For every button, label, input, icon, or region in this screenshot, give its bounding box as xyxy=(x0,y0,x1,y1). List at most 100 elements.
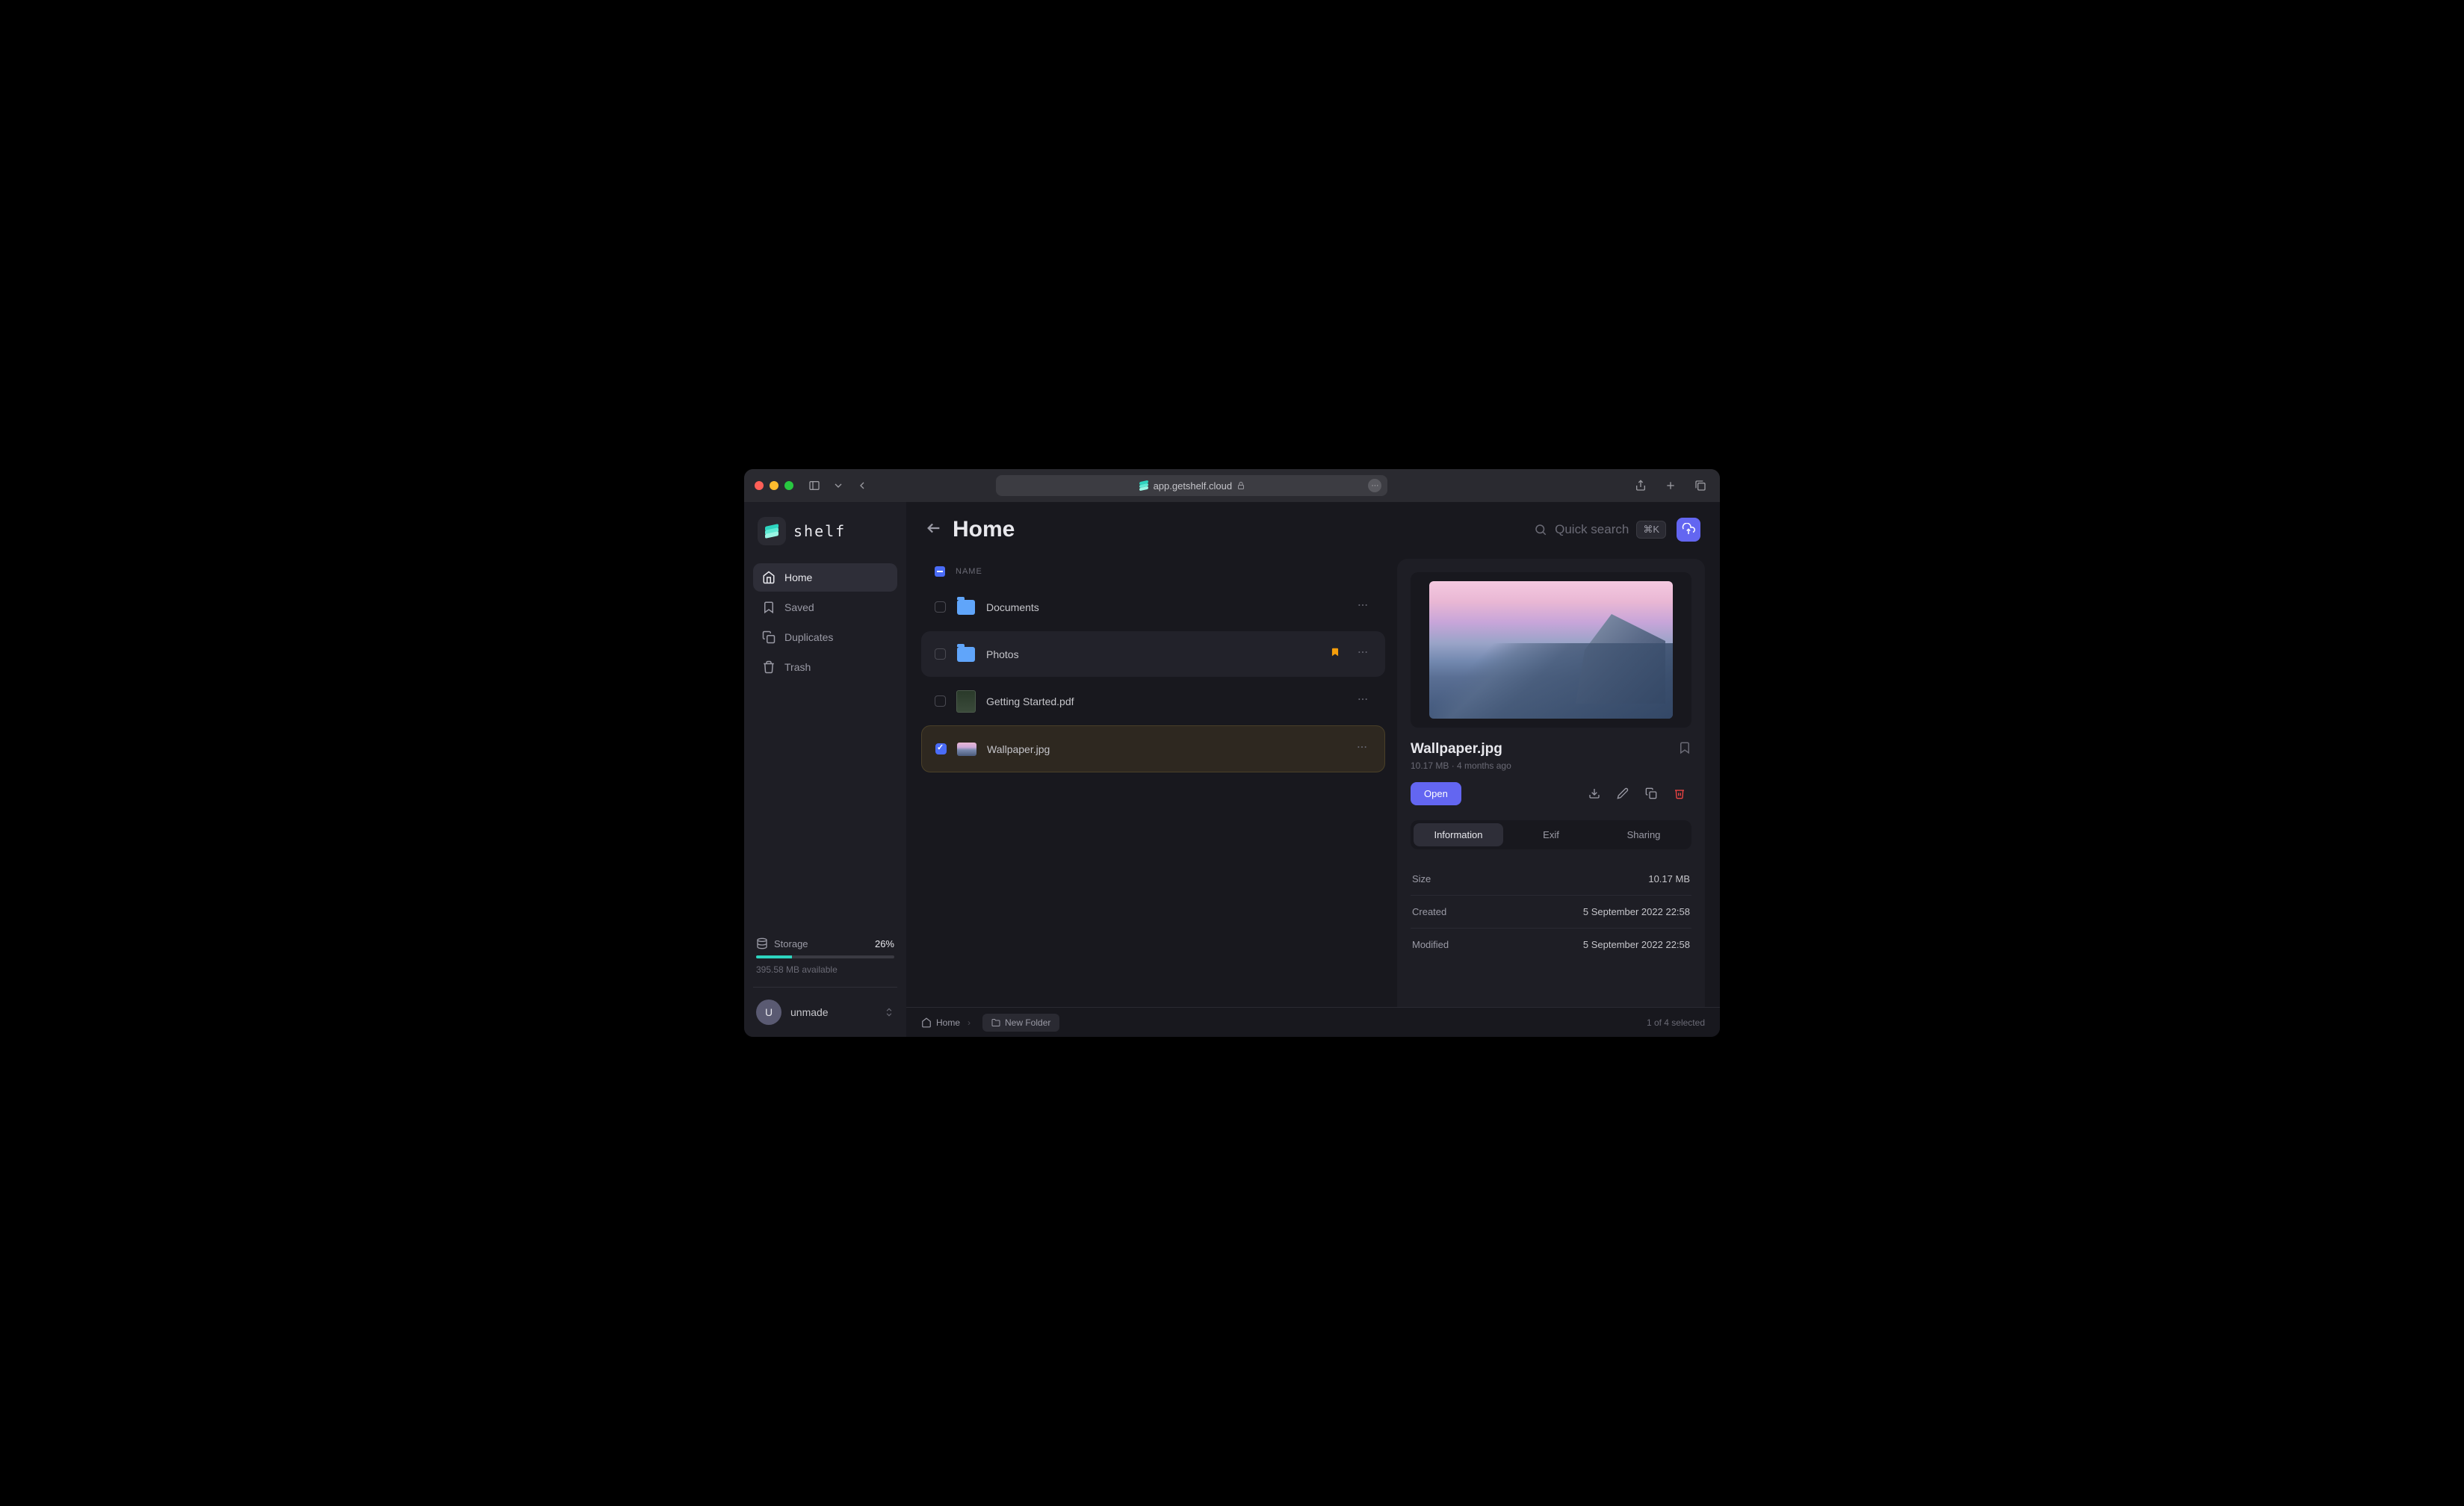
storage-label: Storage xyxy=(774,938,808,949)
info-value: 5 September 2022 22:58 xyxy=(1583,939,1690,950)
details-panel: Wallpaper.jpg 10.17 MB · 4 months ago Op… xyxy=(1397,559,1705,1007)
preview-image[interactable] xyxy=(1429,581,1673,719)
sidebar-item-trash[interactable]: Trash xyxy=(753,653,897,681)
storage-bar xyxy=(756,955,894,958)
row-checkbox[interactable] xyxy=(935,743,947,754)
search-button[interactable]: Quick search ⌘K xyxy=(1534,521,1666,539)
selection-status: 1 of 4 selected xyxy=(1647,1017,1705,1028)
tab-exif[interactable]: Exif xyxy=(1506,823,1596,846)
list-header: NAME xyxy=(921,559,1385,584)
more-icon xyxy=(1357,693,1369,705)
row-more-button[interactable] xyxy=(1353,738,1371,760)
home-icon xyxy=(762,571,776,584)
sidebar-item-home[interactable]: Home xyxy=(753,563,897,592)
file-list: NAME Documents Photos Getting Started.pdf W… xyxy=(921,559,1385,1007)
select-all-checkbox[interactable] xyxy=(935,566,945,577)
file-row[interactable]: Photos xyxy=(921,631,1385,677)
row-checkbox[interactable] xyxy=(935,601,946,613)
url-bar[interactable]: app.getshelf.cloud ⋯ xyxy=(996,475,1387,496)
trash-icon xyxy=(1674,787,1686,799)
app-name: shelf xyxy=(793,522,846,540)
share-icon[interactable] xyxy=(1632,477,1650,495)
more-icon xyxy=(1356,741,1368,753)
breadcrumb-label: Home xyxy=(936,1017,960,1028)
tabs-overview-icon[interactable] xyxy=(1691,477,1709,495)
new-tab-icon[interactable] xyxy=(1662,477,1680,495)
info-value: 5 September 2022 22:58 xyxy=(1583,906,1690,917)
row-more-button[interactable] xyxy=(1354,643,1372,665)
back-button[interactable] xyxy=(926,520,942,540)
delete-button[interactable] xyxy=(1668,781,1691,805)
sidebar: shelf Home Saved Duplicates Trash Storage 2… xyxy=(744,502,906,1037)
chevron-right-icon: › xyxy=(968,1017,971,1028)
sort-icon xyxy=(884,1007,894,1017)
trash-icon xyxy=(762,660,776,674)
file-row[interactable]: Wallpaper.jpg xyxy=(921,725,1385,772)
tab-sharing[interactable]: Sharing xyxy=(1599,823,1688,846)
search-icon xyxy=(1534,523,1547,536)
row-more-button[interactable] xyxy=(1354,690,1372,712)
nav-label: Trash xyxy=(784,661,811,673)
bookmark-icon xyxy=(1678,741,1691,754)
info-value: 10.17 MB xyxy=(1648,873,1690,884)
row-checkbox[interactable] xyxy=(935,695,946,707)
storage-icon xyxy=(756,938,768,949)
tab-information[interactable]: Information xyxy=(1414,823,1503,846)
browser-back-icon[interactable] xyxy=(853,477,871,495)
edit-button[interactable] xyxy=(1611,781,1635,805)
logo-icon xyxy=(764,524,779,539)
new-folder-label: New Folder xyxy=(1005,1017,1050,1028)
browser-titlebar: app.getshelf.cloud ⋯ xyxy=(744,469,1720,502)
storage-widget: Storage 26% 395.58 MB available xyxy=(753,938,897,975)
pencil-icon xyxy=(1617,787,1629,799)
sidebar-toggle-icon[interactable] xyxy=(805,477,823,495)
avatar: U xyxy=(756,1000,781,1025)
breadcrumb-home[interactable]: Home xyxy=(921,1017,960,1028)
info-label: Modified xyxy=(1412,939,1449,950)
preview-container xyxy=(1411,572,1691,728)
row-checkbox[interactable] xyxy=(935,648,946,660)
file-name: Getting Started.pdf xyxy=(986,695,1343,707)
sidebar-item-duplicates[interactable]: Duplicates xyxy=(753,623,897,651)
file-row[interactable]: Getting Started.pdf xyxy=(921,678,1385,724)
cloud-upload-icon xyxy=(1682,523,1695,536)
minimize-window-icon[interactable] xyxy=(770,481,778,490)
user-menu[interactable]: U unmade xyxy=(753,1000,897,1025)
file-name: Photos xyxy=(986,648,1319,660)
info-label: Size xyxy=(1412,873,1431,884)
storage-available: 395.58 MB available xyxy=(756,964,894,975)
chevron-down-icon[interactable] xyxy=(829,477,847,495)
window-controls[interactable] xyxy=(755,481,793,490)
sidebar-item-saved[interactable]: Saved xyxy=(753,593,897,622)
copy-button[interactable] xyxy=(1639,781,1663,805)
pdf-thumbnail-icon xyxy=(956,690,976,713)
new-folder-button[interactable]: New Folder xyxy=(982,1014,1059,1032)
folder-icon xyxy=(957,600,975,615)
upload-button[interactable] xyxy=(1677,518,1700,542)
info-row: Created5 September 2022 22:58 xyxy=(1411,896,1691,929)
nav-label: Saved xyxy=(784,601,814,613)
bookmark-icon xyxy=(762,601,776,614)
app-logo[interactable]: shelf xyxy=(753,517,897,560)
footer: Home › New Folder 1 of 4 selected xyxy=(906,1007,1720,1037)
folder-icon xyxy=(957,647,975,662)
maximize-window-icon[interactable] xyxy=(784,481,793,490)
open-button[interactable]: Open xyxy=(1411,782,1461,805)
row-more-button[interactable] xyxy=(1354,596,1372,618)
folder-plus-icon xyxy=(991,1018,1000,1027)
site-favicon-icon xyxy=(1139,480,1149,491)
search-placeholder: Quick search xyxy=(1555,522,1629,537)
bookmark-button[interactable] xyxy=(1678,741,1691,758)
copy-icon xyxy=(1645,787,1657,799)
info-row: Modified 5 September 2022 22:58 xyxy=(1411,929,1691,961)
page-title: Home xyxy=(953,517,1015,542)
url-more-icon[interactable]: ⋯ xyxy=(1368,479,1381,492)
download-button[interactable] xyxy=(1582,781,1606,805)
nav-label: Duplicates xyxy=(784,631,833,643)
close-window-icon[interactable] xyxy=(755,481,764,490)
file-row[interactable]: Documents xyxy=(921,584,1385,630)
more-icon xyxy=(1357,646,1369,658)
more-icon xyxy=(1357,599,1369,611)
username: unmade xyxy=(790,1006,875,1018)
storage-percent: 26% xyxy=(875,938,894,949)
